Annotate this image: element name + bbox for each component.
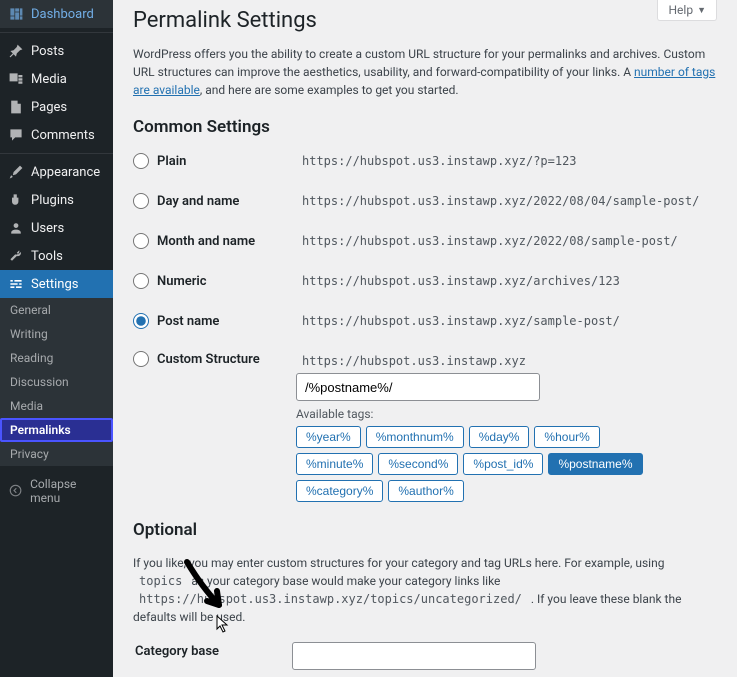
sidebar-item-pages[interactable]: Pages	[0, 93, 113, 121]
option-plain[interactable]: Plain https://hubspot.us3.instawp.xyz/?p…	[133, 151, 717, 171]
tag-year[interactable]: %year%	[296, 426, 361, 448]
brush-icon	[8, 164, 24, 180]
sidebar-item-comments[interactable]: Comments	[0, 121, 113, 149]
submenu-writing[interactable]: Writing	[0, 322, 113, 346]
optional-heading: Optional	[133, 520, 717, 540]
submenu-general[interactable]: General	[0, 298, 113, 322]
submenu-permalinks[interactable]: Permalinks	[0, 418, 113, 442]
tag-monthnum[interactable]: %monthnum%	[366, 426, 464, 448]
user-icon	[8, 220, 24, 236]
custom-prefix: https://hubspot.us3.instawp.xyz	[296, 351, 532, 371]
sidebar-label: Comments	[31, 128, 95, 143]
radio-plain[interactable]	[133, 153, 149, 169]
example-month-name: https://hubspot.us3.instawp.xyz/2022/08/…	[296, 231, 684, 251]
wrench-icon	[8, 248, 24, 264]
sidebar-label: Settings	[31, 277, 78, 292]
sidebar-label: Posts	[31, 44, 64, 59]
sidebar-item-dashboard[interactable]: Dashboard	[0, 0, 113, 28]
chevron-down-icon: ▼	[697, 5, 706, 16]
option-custom[interactable]: Custom Structure https://hubspot.us3.ins…	[133, 351, 717, 502]
example-post-name: https://hubspot.us3.instawp.xyz/sample-p…	[296, 311, 626, 331]
submenu-discussion[interactable]: Discussion	[0, 370, 113, 394]
tag-buttons: %year% %monthnum% %day% %hour% %minute% …	[296, 426, 666, 502]
category-base-input[interactable]	[292, 642, 536, 670]
collapse-label: Collapse menu	[30, 477, 105, 505]
sidebar-item-users[interactable]: Users	[0, 214, 113, 242]
main-content: Help ▼ Permalink Settings WordPress offe…	[113, 0, 737, 677]
radio-day-name[interactable]	[133, 193, 149, 209]
page-title: Permalink Settings	[133, 8, 717, 33]
sidebar-label: Plugins	[31, 193, 74, 208]
sidebar-item-plugins[interactable]: Plugins	[0, 186, 113, 214]
plug-icon	[8, 192, 24, 208]
collapse-icon	[8, 483, 23, 499]
pin-icon	[8, 43, 24, 59]
submenu-privacy[interactable]: Privacy	[0, 442, 113, 466]
option-numeric[interactable]: Numeric https://hubspot.us3.instawp.xyz/…	[133, 271, 717, 291]
sidebar-label: Appearance	[31, 165, 100, 180]
settings-submenu: General Writing Reading Discussion Media…	[0, 298, 113, 466]
option-month-name[interactable]: Month and name https://hubspot.us3.insta…	[133, 231, 717, 251]
tag-second[interactable]: %second%	[378, 453, 458, 475]
page-icon	[8, 99, 24, 115]
example-numeric: https://hubspot.us3.instawp.xyz/archives…	[296, 271, 626, 291]
common-settings-heading: Common Settings	[133, 117, 717, 137]
tag-minute[interactable]: %minute%	[296, 453, 373, 475]
sidebar-label: Dashboard	[31, 7, 94, 22]
dashboard-icon	[8, 6, 24, 22]
sidebar-label: Tools	[31, 249, 63, 264]
tag-day[interactable]: %day%	[469, 426, 530, 448]
radio-custom[interactable]	[133, 351, 149, 367]
example-plain: https://hubspot.us3.instawp.xyz/?p=123	[296, 151, 583, 171]
tag-postname[interactable]: %postname%	[548, 453, 642, 475]
sidebar-item-posts[interactable]: Posts	[0, 37, 113, 65]
example-day-name: https://hubspot.us3.instawp.xyz/2022/08/…	[296, 191, 705, 211]
media-icon	[8, 71, 24, 87]
admin-sidebar: Dashboard Posts Media Pages Comments App…	[0, 0, 113, 677]
custom-structure-input[interactable]	[296, 373, 540, 401]
optional-description: If you like, you may enter custom struct…	[133, 554, 717, 626]
permalink-options: Plain https://hubspot.us3.instawp.xyz/?p…	[133, 151, 717, 502]
radio-month-name[interactable]	[133, 233, 149, 249]
submenu-reading[interactable]: Reading	[0, 346, 113, 370]
option-day-name[interactable]: Day and name https://hubspot.us3.instawp…	[133, 191, 717, 211]
sidebar-item-media[interactable]: Media	[0, 65, 113, 93]
sidebar-item-appearance[interactable]: Appearance	[0, 158, 113, 186]
sliders-icon	[8, 276, 24, 292]
radio-post-name[interactable]	[133, 313, 149, 329]
help-label: Help	[668, 3, 693, 17]
tag-post-id[interactable]: %post_id%	[463, 453, 543, 475]
sidebar-label: Users	[31, 221, 64, 236]
intro-text: WordPress offers you the ability to crea…	[133, 45, 717, 99]
category-base-label: Category base	[135, 632, 290, 677]
sidebar-item-settings[interactable]: Settings	[0, 270, 113, 298]
sidebar-label: Pages	[31, 100, 67, 115]
sidebar-label: Media	[31, 72, 67, 87]
submenu-media[interactable]: Media	[0, 394, 113, 418]
comment-icon	[8, 127, 24, 143]
available-tags-label: Available tags:	[296, 407, 666, 421]
tag-category[interactable]: %category%	[296, 480, 383, 502]
sidebar-item-tools[interactable]: Tools	[0, 242, 113, 270]
option-post-name[interactable]: Post name https://hubspot.us3.instawp.xy…	[133, 311, 717, 331]
tag-hour[interactable]: %hour%	[534, 426, 599, 448]
collapse-menu[interactable]: Collapse menu	[0, 470, 113, 512]
radio-numeric[interactable]	[133, 273, 149, 289]
tag-author[interactable]: %author%	[388, 480, 463, 502]
help-tab[interactable]: Help ▼	[657, 0, 717, 21]
